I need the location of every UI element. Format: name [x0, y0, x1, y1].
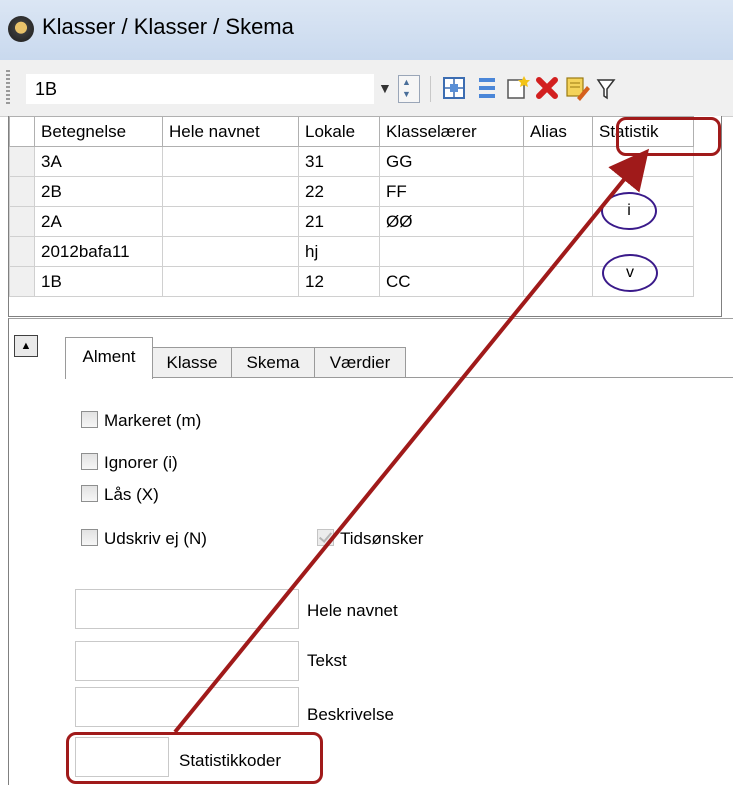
- tab-alment[interactable]: Alment: [65, 337, 153, 379]
- annotation-arrow: [173, 148, 650, 734]
